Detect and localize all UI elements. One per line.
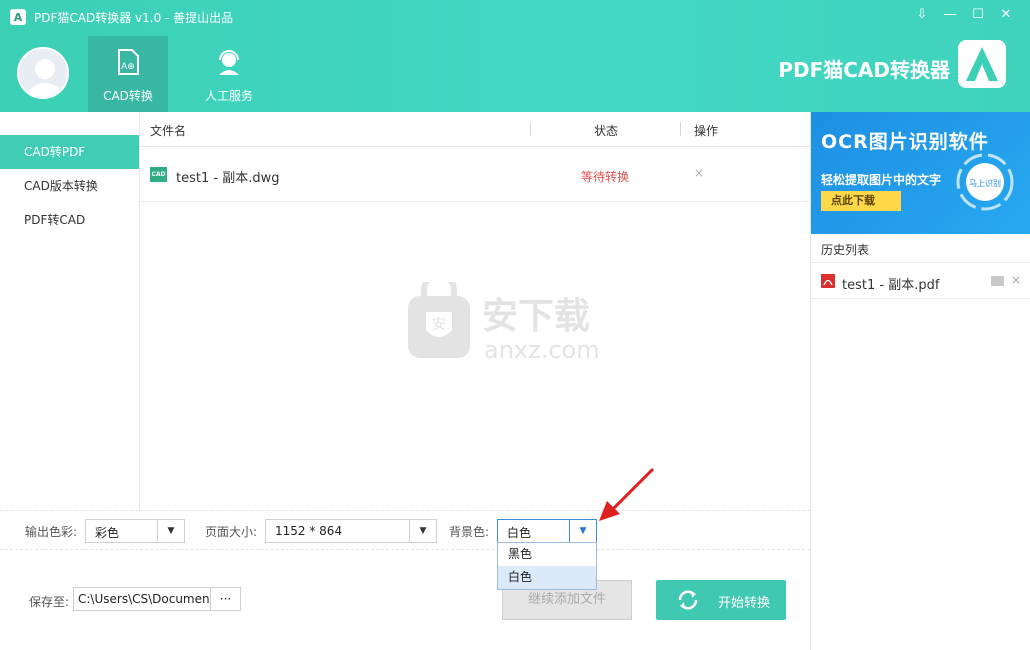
headset-icon [219, 50, 239, 75]
save-to-label: 保存至: [29, 595, 70, 609]
sidebar-item-cad-version[interactable]: CAD版本转换 [0, 169, 139, 203]
header-bar: A PDF猫CAD转换器 v1.0 - 善提山出品 ⇩ — ☐ ✕ A⊕ CAD… [0, 0, 1030, 112]
column-divider [680, 122, 681, 136]
cad-file-icon: A⊕ [118, 49, 139, 75]
app-window: A PDF猫CAD转换器 v1.0 - 善提山出品 ⇩ — ☐ ✕ A⊕ CAD… [0, 0, 1030, 650]
menu-down-icon[interactable]: ⇩ [908, 4, 936, 24]
ad-download-button[interactable]: 点此下载 [821, 191, 901, 211]
chevron-down-icon: ▼ [157, 520, 184, 542]
window-title: PDF猫CAD转换器 v1.0 - 善提山出品 [34, 10, 234, 25]
browse-button[interactable]: ··· [210, 587, 241, 611]
sidebar-item-cad-to-pdf[interactable]: CAD转PDF [0, 135, 139, 169]
chevron-down-icon: ▼ [569, 520, 596, 542]
avatar[interactable] [17, 47, 69, 99]
refresh-icon [678, 590, 698, 610]
window-controls: ⇩ — ☐ ✕ [908, 4, 1020, 24]
sidebar-item-pdf-to-cad[interactable]: PDF转CAD [0, 203, 139, 237]
save-path-field[interactable]: C:\Users\CS\Document [73, 587, 211, 611]
brand-title: PDF猫CAD转换器 [778, 58, 950, 82]
status-badge: 等待转换 [581, 170, 630, 184]
tab-label: CAD转换 [103, 89, 153, 103]
page-size-select[interactable]: 1152 * 864 ▼ [265, 519, 437, 543]
start-convert-button[interactable]: 开始转换 [656, 580, 786, 620]
bg-color-dropdown: 黑色 白色 [497, 542, 597, 590]
ad-title: OCR图片识别软件 [821, 131, 989, 153]
svg-text:安: 安 [432, 317, 446, 333]
history-file-name: test1 - 副本.pdf [842, 278, 940, 293]
folder-icon[interactable] [991, 276, 1004, 286]
right-panel: OCR图片识别软件 轻松提取图片中的文字 点此下载 马上识别 历史列表 test… [810, 112, 1030, 650]
watermark-en: anxz.com [484, 336, 600, 364]
minimize-icon[interactable]: — [936, 4, 964, 24]
bg-color-value: 白色 [507, 526, 532, 540]
scan-badge-icon: 马上识别 [956, 153, 1014, 211]
app-logo-icon: A [10, 9, 26, 25]
color-label: 输出色彩: [25, 525, 78, 539]
annotation-arrow-icon [599, 467, 655, 521]
delete-row-icon[interactable]: × [694, 166, 704, 180]
page-size-value: 1152 * 864 [275, 524, 343, 538]
brand-logo [958, 40, 1006, 88]
bg-color-label: 背景色: [449, 525, 490, 539]
start-convert-label: 开始转换 [718, 596, 771, 611]
page-size-label: 页面大小: [205, 525, 258, 539]
maximize-icon[interactable]: ☐ [964, 4, 992, 24]
close-icon[interactable]: × [1011, 273, 1021, 287]
dropdown-option-white[interactable]: 白色 [498, 566, 596, 589]
column-header-name: 文件名 [150, 124, 187, 138]
history-title: 历史列表 [821, 243, 870, 257]
file-list: 文件名 状态 操作 CAD test1 - 副本.dwg 等待转换 × 安 安下… [140, 112, 810, 510]
brand-a-icon [966, 47, 998, 81]
watermark-logo: 安 安下载 anxz.com [408, 282, 600, 364]
color-select[interactable]: 彩色 ▼ [85, 519, 185, 543]
settings-bar: 输出色彩: 彩色 ▼ 页面大小: 1152 * 864 ▼ 背景色: 白色 ▼ [0, 510, 810, 550]
bg-color-select[interactable]: 白色 ▼ [497, 519, 597, 543]
tab-cad-convert[interactable]: A⊕ CAD转换 [88, 36, 168, 112]
table-row[interactable]: CAD test1 - 副本.dwg 等待转换 × [140, 148, 810, 202]
cad-file-icon: CAD [150, 167, 167, 182]
user-icon [27, 59, 63, 97]
watermark-cn: 安下载 [482, 296, 590, 337]
column-header-action: 操作 [694, 124, 719, 138]
ad-subtitle: 轻松提取图片中的文字 [821, 173, 942, 187]
dropdown-option-black[interactable]: 黑色 [498, 543, 596, 566]
color-select-value: 彩色 [95, 526, 120, 540]
tab-label: 人工服务 [204, 89, 253, 103]
table-header: 文件名 状态 操作 [140, 112, 810, 147]
column-divider [530, 122, 531, 136]
tab-service[interactable]: 人工服务 [189, 36, 269, 112]
title-row: A PDF猫CAD转换器 v1.0 - 善提山出品 [10, 8, 233, 26]
svg-text:A⊕: A⊕ [121, 62, 135, 72]
chevron-down-icon: ▼ [409, 520, 436, 542]
list-item[interactable]: test1 - 副本.pdf × [811, 263, 1030, 299]
ocr-ad-banner[interactable]: OCR图片识别软件 轻松提取图片中的文字 点此下载 马上识别 [811, 112, 1030, 234]
file-name: test1 - 副本.dwg [176, 171, 280, 186]
ad-badge-text: 马上识别 [969, 179, 1001, 188]
column-header-status: 状态 [594, 124, 619, 138]
close-icon[interactable]: ✕ [992, 4, 1020, 24]
sidebar: CAD转PDF CAD版本转换 PDF转CAD [0, 112, 140, 510]
pdf-file-icon [821, 274, 835, 288]
